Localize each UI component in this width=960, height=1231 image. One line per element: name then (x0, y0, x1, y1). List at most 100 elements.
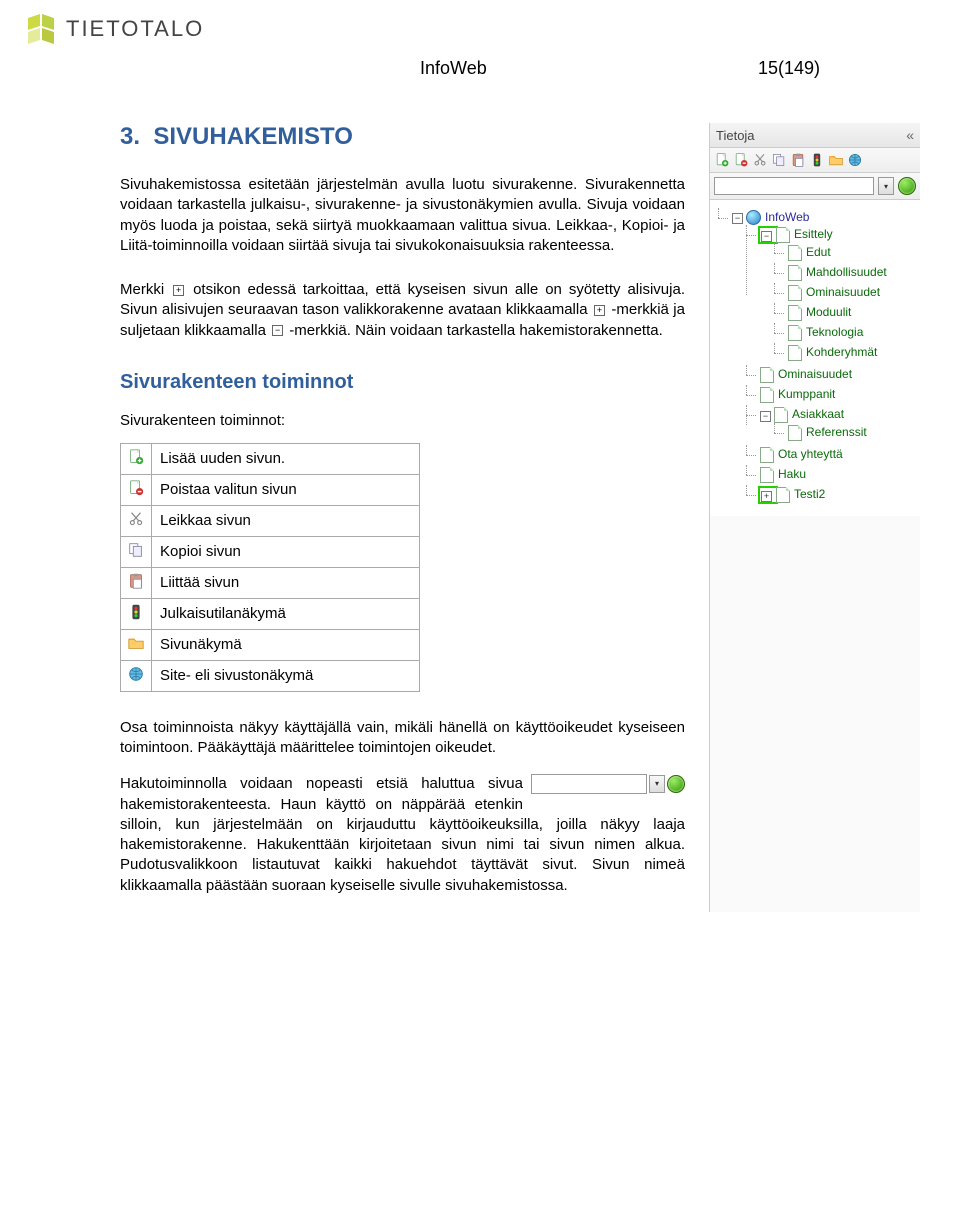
action-row: Leikkaa sivun (121, 505, 420, 536)
action-row: Sivunäkymä (121, 629, 420, 660)
panel-toolbar (710, 148, 920, 173)
tree-item-label[interactable]: Referenssit (806, 426, 867, 440)
page-icon (788, 425, 802, 441)
subsection-heading: Sivurakenteen toiminnot (120, 371, 685, 394)
plus-icon: + (594, 305, 605, 316)
tree-item-label[interactable]: Ominaisuudet (806, 286, 880, 300)
action-label: Leikkaa sivun (152, 505, 420, 536)
collapse-toggle[interactable]: − (761, 231, 772, 242)
collapse-toggle[interactable]: − (732, 213, 743, 224)
section-heading: 3. SIVUHAKEMISTO (120, 123, 685, 151)
tree-item: Edut (774, 243, 916, 263)
page-icon (776, 227, 790, 243)
page-icon (760, 447, 774, 463)
tree-item: Mahdollisuudet (774, 263, 916, 283)
page-add-icon[interactable] (714, 152, 730, 168)
action-row: Site- eli sivustonäkymä (121, 660, 420, 691)
tree-item: Moduulit (774, 303, 916, 323)
tree-item-label[interactable]: Kumppanit (778, 388, 835, 402)
globe-icon (121, 660, 152, 691)
action-row: Julkaisutilanäkymä (121, 598, 420, 629)
collapse-icon[interactable]: « (906, 127, 914, 143)
globe-icon (746, 210, 761, 225)
page-remove-icon (121, 474, 152, 505)
panel-dropdown-button[interactable]: ▾ (878, 177, 894, 195)
page-icon (788, 285, 802, 301)
action-label: Julkaisutilanäkymä (152, 598, 420, 629)
traffic-icon[interactable] (809, 152, 825, 168)
globe-icon[interactable] (847, 152, 863, 168)
paste-icon (121, 567, 152, 598)
panel-search-row: ▾ (710, 173, 920, 200)
action-row: Kopioi sivun (121, 536, 420, 567)
tree-item-label[interactable]: Asiakkaat (792, 408, 844, 422)
expand-toggle[interactable]: + (761, 491, 772, 502)
inline-dropdown-button[interactable]: ▾ (649, 775, 665, 793)
tree-item: Referenssit (774, 423, 916, 443)
tree-item: − Esittely Edut Mahdollisuudet Ominaisuudet M… (746, 225, 916, 365)
inline-search-input[interactable] (531, 774, 647, 794)
tree-item: Teknologia (774, 323, 916, 343)
page-icon (788, 345, 802, 361)
copy-icon[interactable] (771, 152, 787, 168)
paste-icon[interactable] (790, 152, 806, 168)
panel-go-button[interactable] (898, 177, 916, 195)
tree-item: Haku (746, 465, 916, 485)
action-label: Kopioi sivun (152, 536, 420, 567)
action-label: Lisää uuden sivun. (152, 443, 420, 474)
action-label: Site- eli sivustonäkymä (152, 660, 420, 691)
page-add-icon (121, 443, 152, 474)
panel-header: Tietoja « (710, 123, 920, 148)
tree-item: Kohderyhmät (774, 343, 916, 363)
page-icon (760, 387, 774, 403)
page-icon (760, 367, 774, 383)
tree-item-label[interactable]: Esittely (794, 228, 833, 242)
tree-item-label[interactable]: Kohderyhmät (806, 346, 877, 360)
page-icon (776, 487, 790, 503)
minus-icon: − (272, 325, 283, 336)
header: TIETOTALO (0, 0, 960, 54)
tree-item-label[interactable]: Haku (778, 468, 806, 482)
tree-item: − Asiakkaat Referenssit (746, 405, 916, 445)
page-icon (788, 325, 802, 341)
logo-icon (24, 12, 58, 46)
subsection-caption: Sivurakenteen toiminnot: (120, 412, 685, 429)
cut-icon[interactable] (752, 152, 768, 168)
tree-item-label[interactable]: Edut (806, 246, 831, 260)
action-label: Liittää sivun (152, 567, 420, 598)
tree-item-label[interactable]: Mahdollisuudet (806, 266, 887, 280)
doc-title: InfoWeb (420, 58, 487, 79)
tree-item-label[interactable]: Testi2 (794, 488, 825, 502)
tree-root-label[interactable]: InfoWeb (765, 210, 809, 224)
inline-search-widget: ▾ (531, 774, 685, 794)
inline-go-button[interactable] (667, 775, 685, 793)
brand-name: TIETOTALO (66, 16, 204, 42)
page-icon (788, 245, 802, 261)
section-paragraph-2: Merkki + otsikon edessä tarkoittaa, että… (120, 280, 685, 341)
tree-view: − InfoWeb − Esittely Edut Mahdollisuudet Omina… (710, 200, 920, 516)
page-icon (788, 305, 802, 321)
tree-item: + Testi2 (746, 485, 916, 505)
page-remove-icon[interactable] (733, 152, 749, 168)
collapse-toggle[interactable]: − (760, 411, 771, 422)
tree-item-label[interactable]: Moduulit (806, 306, 851, 320)
brand-logo: TIETOTALO (24, 12, 204, 46)
action-row: Lisää uuden sivun. (121, 443, 420, 474)
tree-item-label[interactable]: Ominaisuudet (778, 368, 852, 382)
cut-icon (121, 505, 152, 536)
tree-item-label[interactable]: Teknologia (806, 326, 863, 340)
doc-page-number: 15(149) (758, 58, 820, 79)
plus-icon: + (173, 285, 184, 296)
tree-item: Ota yhteyttä (746, 445, 916, 465)
tree-item-label[interactable]: Ota yhteyttä (778, 448, 843, 462)
folder-icon[interactable] (828, 152, 844, 168)
tree-item: Ominaisuudet (746, 365, 916, 385)
page-icon (760, 467, 774, 483)
action-label: Poistaa valitun sivun (152, 474, 420, 505)
tree-item: Kumppanit (746, 385, 916, 405)
tree-item: Ominaisuudet (774, 283, 916, 303)
action-label: Sivunäkymä (152, 629, 420, 660)
panel-search-input[interactable] (714, 177, 874, 195)
folder-icon (121, 629, 152, 660)
bottom-paragraph-1: Osa toiminnoista näkyy käyttäjällä vain,… (120, 718, 685, 759)
